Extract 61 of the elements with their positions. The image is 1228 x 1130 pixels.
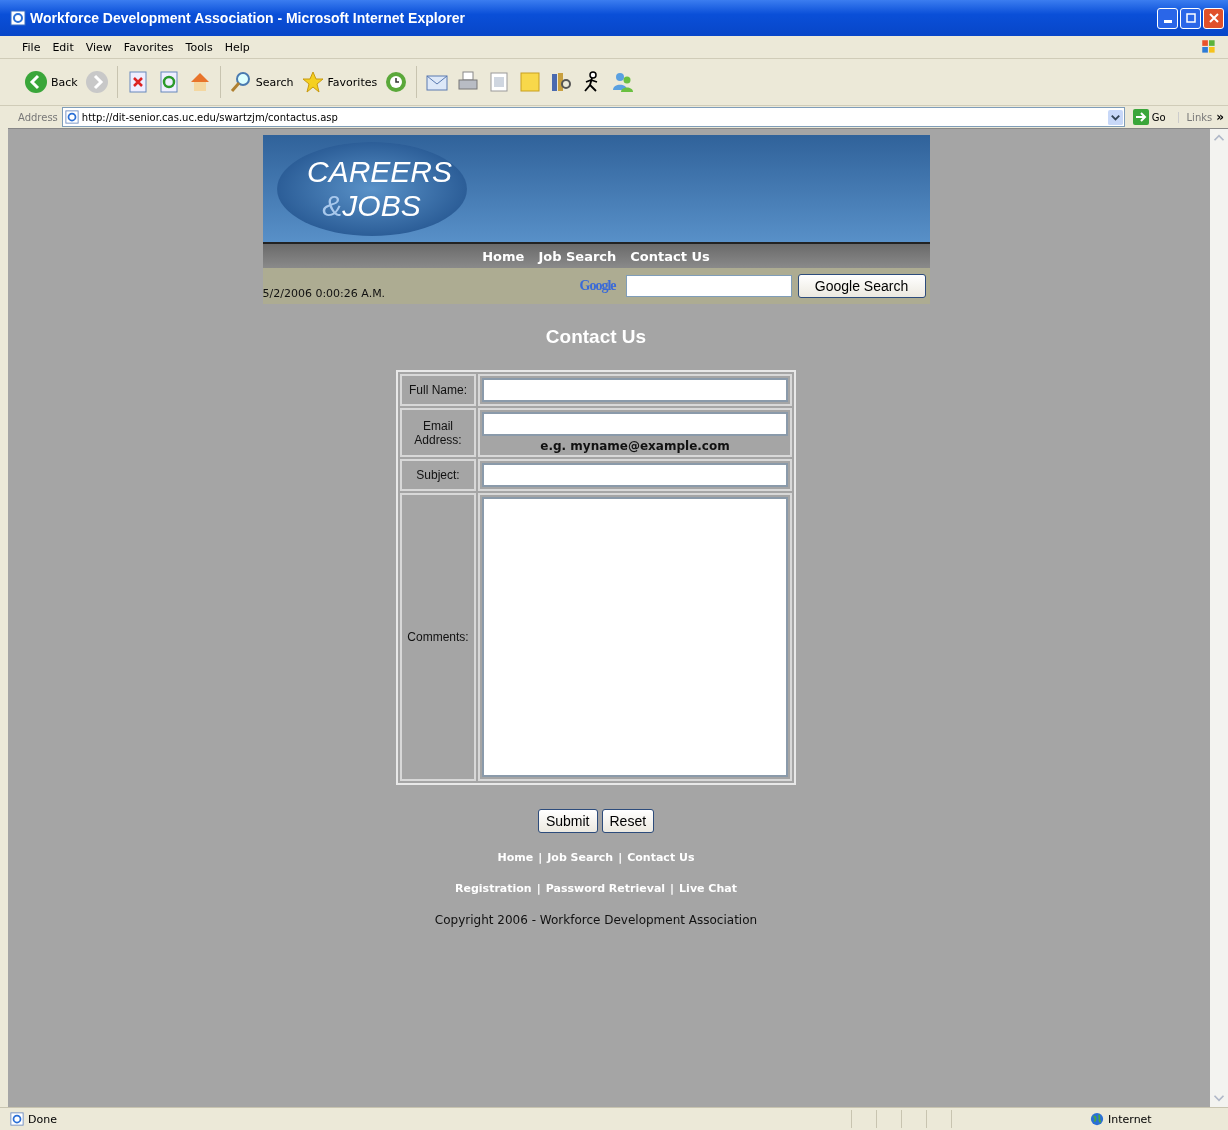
logo: CAREERS &JOBS <box>276 141 467 236</box>
page-heading: Contact Us <box>545 326 647 348</box>
people-icon <box>611 70 636 94</box>
history-clock-icon <box>384 70 409 94</box>
url-text: http://dit-senior.cas.uc.edu/swartzjm/contactus.asp <box>81 111 339 123</box>
arrow-icon <box>1132 109 1149 125</box>
menu-item[interactable]: View <box>79 40 118 54</box>
input-field[interactable] <box>482 463 788 487</box>
browser-icon <box>10 10 26 26</box>
zone-text: Internet <box>1108 1112 1153 1126</box>
address-label: Address <box>18 111 58 123</box>
books-icon <box>549 70 574 94</box>
separator-text: | <box>536 882 541 895</box>
separator-text: | <box>670 882 675 895</box>
comments-field[interactable] <box>482 497 788 777</box>
page-icon <box>64 110 79 124</box>
field-label: Full Name: <box>400 374 476 406</box>
google-search-button[interactable]: Google Search <box>797 274 926 298</box>
toolbar-button[interactable]: Favorites <box>298 68 380 96</box>
input-field[interactable] <box>482 378 788 402</box>
form-button[interactable]: Reset <box>601 809 655 833</box>
date-text: 5/2/2006 0:00:26 A.M. <box>262 287 387 302</box>
windows-logo-icon <box>1200 38 1218 56</box>
go-button[interactable]: Go <box>1128 109 1174 125</box>
separator-text: | <box>538 851 543 864</box>
status-text: Done <box>28 1112 57 1126</box>
form-button[interactable]: Submit <box>537 809 598 833</box>
menu-item[interactable]: Favorites <box>117 40 180 54</box>
address-field[interactable]: http://dit-senior.cas.uc.edu/swartzjm/contactus.asp <box>61 107 1125 127</box>
nav-link[interactable]: Job Search <box>538 248 617 264</box>
star-icon <box>300 70 325 94</box>
field-label: Email Address: <box>400 408 476 457</box>
field-label: Comments: <box>400 493 476 781</box>
input-field[interactable] <box>482 412 788 436</box>
search-field[interactable] <box>625 275 792 297</box>
toolbar-button[interactable]: Back <box>22 68 80 96</box>
menu-item[interactable]: Tools <box>179 40 219 54</box>
field-label: Subject: <box>400 459 476 491</box>
globe-icon <box>1090 1112 1104 1126</box>
field-hint: e.g. myname@example.com <box>539 438 731 453</box>
nav-link[interactable]: Contact Us <box>630 248 710 264</box>
menu-item[interactable]: Edit <box>46 40 80 54</box>
note-icon <box>518 70 543 94</box>
page-icon <box>10 1112 24 1126</box>
google-logo: Google <box>579 278 616 294</box>
toolbar-button[interactable]: Search <box>226 68 296 96</box>
window-title: Workforce Development Association - Microsoft Internet Explorer <box>30 10 466 26</box>
chevron-button[interactable]: » <box>1216 110 1224 124</box>
nav-link[interactable]: Home <box>482 248 525 264</box>
search-icon <box>228 70 253 94</box>
minimize-icon <box>1163 19 1172 23</box>
copyright-text: Copyright 2006 - Workforce Development Association <box>434 913 758 927</box>
minimize-button[interactable] <box>1157 7 1178 29</box>
maximize-icon <box>1185 13 1196 23</box>
menu-item[interactable]: Help <box>218 40 256 54</box>
close-button[interactable] <box>1203 7 1224 29</box>
maximize-button[interactable] <box>1180 7 1201 29</box>
links-label[interactable]: Links <box>1177 111 1213 123</box>
close-icon <box>1208 13 1219 23</box>
menu-item[interactable]: File <box>16 40 47 54</box>
separator-text: | <box>618 851 623 864</box>
